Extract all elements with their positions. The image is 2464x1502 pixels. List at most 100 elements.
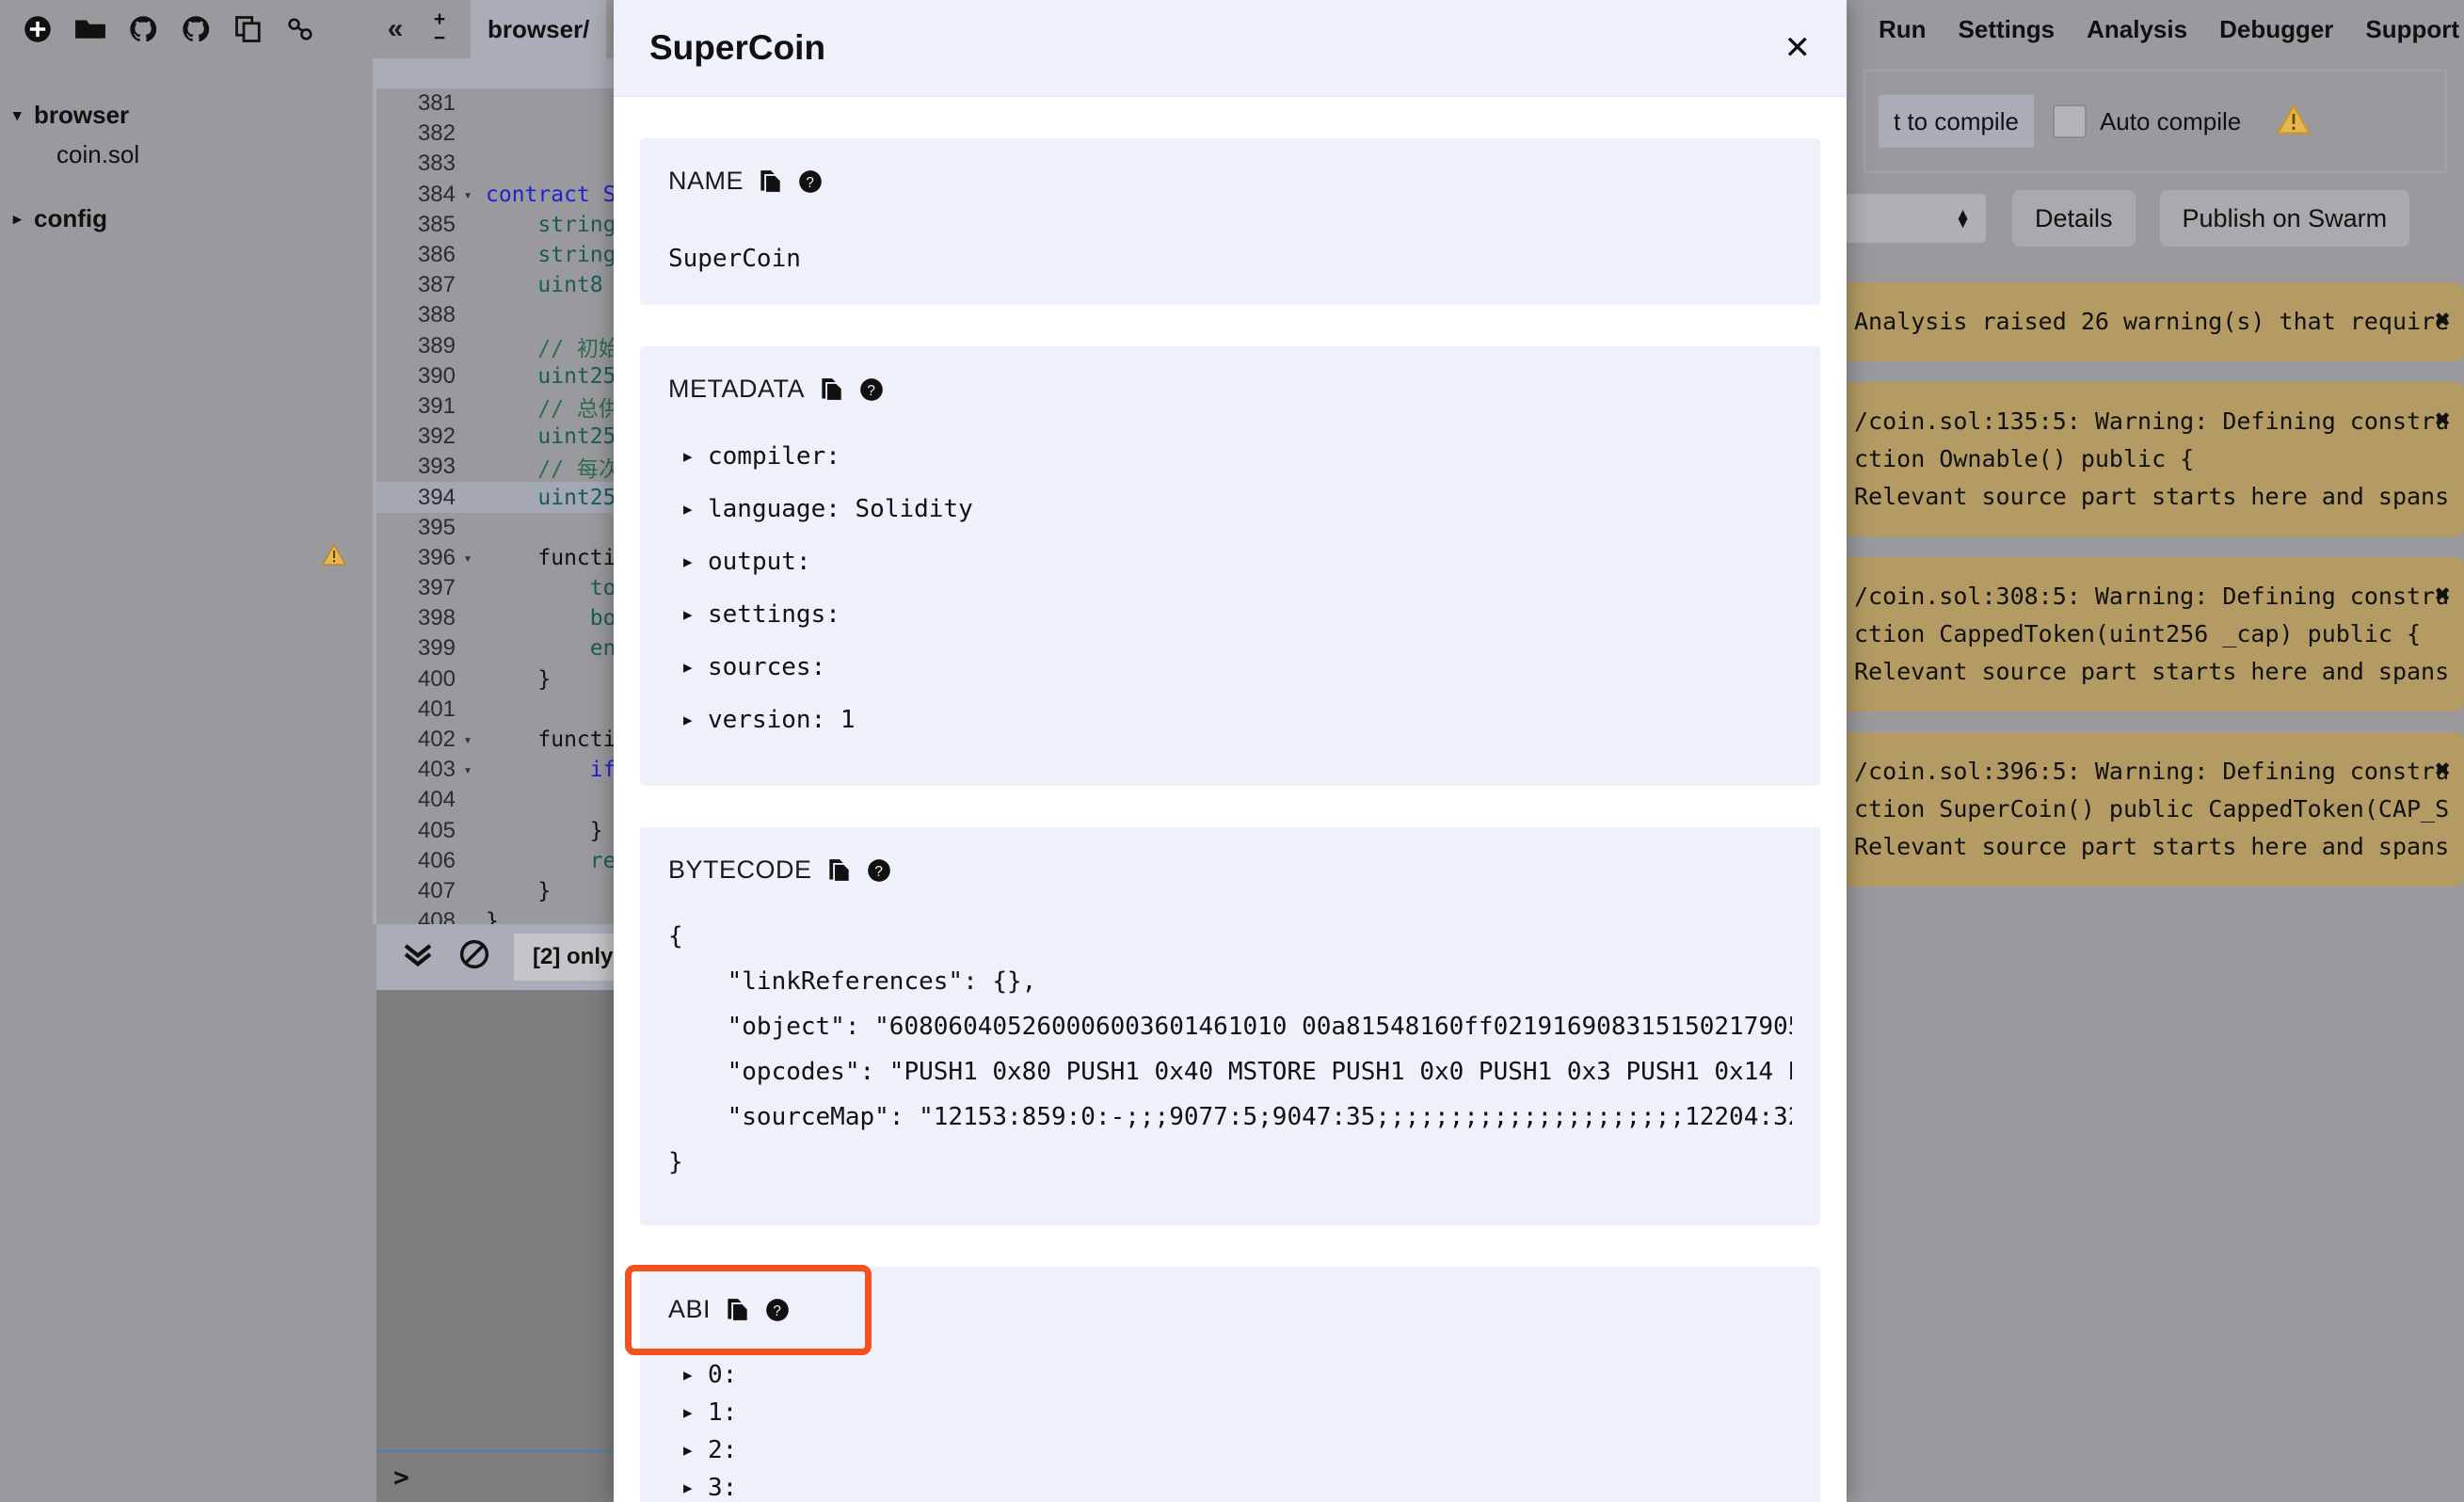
code-text: } bbox=[480, 879, 551, 903]
dismiss-warning-icon[interactable]: ✖ bbox=[2435, 301, 2451, 339]
line-number: 394 bbox=[376, 485, 456, 511]
chevron-right-icon[interactable]: ▸ bbox=[683, 657, 708, 679]
abi-row[interactable]: ▸1: bbox=[668, 1394, 1792, 1431]
abi-section: ABI ? ▸0:▸1:▸2:▸3:▸4:▸5: bbox=[640, 1267, 1820, 1502]
line-number: 401 bbox=[376, 696, 456, 723]
menu-item-run[interactable]: Run bbox=[1879, 15, 1927, 44]
dismiss-warning-icon[interactable]: ✖ bbox=[2435, 401, 2451, 439]
menu-item-settings[interactable]: Settings bbox=[1959, 15, 2056, 44]
copy-icon[interactable] bbox=[820, 377, 844, 402]
warning-line: Relevant source part starts here and spa… bbox=[1854, 828, 2440, 866]
chevron-right-icon[interactable]: ▸ bbox=[13, 211, 34, 227]
line-number: 396 bbox=[376, 545, 456, 571]
warning-line: Analysis raised 26 warning(s) that requi… bbox=[1854, 303, 2440, 341]
github-publish-icon[interactable] bbox=[117, 3, 169, 56]
bytecode-line: "opcodes": "PUSH1 0x80 PUSH1 0x40 MSTORE… bbox=[668, 1058, 1792, 1095]
metadata-tree: ▸compiler:▸language: Solidity▸output:▸se… bbox=[668, 438, 1792, 739]
warning-triangle-icon[interactable] bbox=[2277, 104, 2311, 139]
abi-row[interactable]: ▸0: bbox=[668, 1356, 1792, 1394]
auto-compile-checkbox[interactable] bbox=[2053, 104, 2087, 138]
fold-toggle-icon[interactable]: ▾ bbox=[456, 550, 480, 567]
copy-icon[interactable] bbox=[827, 858, 852, 883]
dismiss-warning-icon[interactable]: ✖ bbox=[2435, 751, 2451, 789]
abi-row-label: 2: bbox=[708, 1436, 737, 1464]
name-section-value: SuperCoin bbox=[668, 245, 1792, 273]
app-root: ▾ browser coin.sol ▸ config « + − browse… bbox=[0, 0, 2464, 1502]
chevron-right-icon[interactable]: ▸ bbox=[683, 1365, 708, 1386]
file-tree-item-config[interactable]: ▸ config bbox=[13, 200, 373, 237]
chevron-down-icon[interactable]: ▾ bbox=[13, 107, 34, 123]
copy-files-icon[interactable] bbox=[222, 3, 275, 56]
compiler-warning-item[interactable]: /coin.sol:308:5: Warning: Defining const… bbox=[1839, 557, 2464, 711]
chevron-right-icon[interactable]: ▸ bbox=[683, 710, 708, 731]
dismiss-warning-icon[interactable]: ✖ bbox=[2435, 576, 2451, 614]
fold-toggle-icon[interactable]: ▾ bbox=[456, 761, 480, 778]
start-to-compile-button[interactable]: t to compile bbox=[1879, 95, 2034, 148]
line-number: 405 bbox=[376, 818, 456, 844]
code-text: bo bbox=[480, 606, 616, 631]
connect-localhost-icon[interactable] bbox=[275, 3, 328, 56]
chevron-double-down-icon[interactable] bbox=[390, 942, 446, 973]
question-circle-icon[interactable]: ? bbox=[867, 858, 891, 883]
chevron-right-icon[interactable]: ▸ bbox=[683, 1478, 708, 1499]
menu-item-support[interactable]: Support bbox=[2365, 15, 2459, 44]
font-increase-icon[interactable]: + bbox=[418, 10, 461, 29]
metadata-row-label: sources: bbox=[708, 653, 825, 681]
chevron-right-icon[interactable]: ▸ bbox=[683, 446, 708, 468]
abi-row[interactable]: ▸3: bbox=[668, 1469, 1792, 1502]
chevron-right-icon[interactable]: ▸ bbox=[683, 604, 708, 626]
metadata-row[interactable]: ▸output: bbox=[668, 543, 1792, 581]
details-button-label: Details bbox=[2035, 204, 2113, 233]
code-text: functi bbox=[480, 727, 616, 752]
publish-button-label: Publish on Swarm bbox=[2183, 204, 2388, 233]
code-text: // 每次 bbox=[480, 451, 620, 483]
file-tree-label-browser: browser bbox=[34, 101, 129, 130]
file-tree-item-coin-sol[interactable]: coin.sol bbox=[13, 134, 373, 175]
line-number: 382 bbox=[376, 120, 456, 147]
metadata-row-label: settings: bbox=[708, 600, 840, 629]
menu-item-debugger[interactable]: Debugger bbox=[2219, 15, 2333, 44]
fold-toggle-icon[interactable]: ▾ bbox=[456, 186, 480, 203]
close-icon[interactable]: ✕ bbox=[1784, 32, 1812, 64]
add-file-icon[interactable] bbox=[11, 3, 64, 56]
metadata-row[interactable]: ▸version: 1 bbox=[668, 701, 1792, 739]
compiler-warning-item[interactable]: /coin.sol:135:5: Warning: Defining const… bbox=[1839, 382, 2464, 536]
chevron-right-icon[interactable]: ▸ bbox=[683, 551, 708, 573]
warning-line: ction Ownable() public { bbox=[1854, 440, 2440, 478]
fold-toggle-icon[interactable]: ▾ bbox=[456, 731, 480, 748]
chevron-updown-icon[interactable]: ▲▼ bbox=[1955, 210, 1971, 227]
compiler-warning-item[interactable]: Analysis raised 26 warning(s) that requi… bbox=[1839, 282, 2464, 361]
metadata-row[interactable]: ▸sources: bbox=[668, 648, 1792, 686]
line-warning-icon[interactable] bbox=[320, 544, 348, 571]
abi-row[interactable]: ▸2: bbox=[668, 1431, 1792, 1469]
metadata-row[interactable]: ▸language: Solidity bbox=[668, 490, 1792, 528]
collapse-panel-icon[interactable]: « bbox=[373, 13, 418, 45]
code-text: string bbox=[480, 243, 616, 267]
terminal-prompt-caret: > bbox=[393, 1462, 409, 1493]
line-number: 398 bbox=[376, 605, 456, 631]
auto-compile-label: Auto compile bbox=[2100, 107, 2241, 136]
editor-tab-coin-sol[interactable]: browser/ bbox=[471, 0, 606, 58]
top-menu-bar[interactable]: Run Settings Analysis Debugger Support bbox=[1847, 0, 2464, 58]
font-size-controls[interactable]: + − bbox=[418, 10, 461, 48]
font-decrease-icon[interactable]: − bbox=[418, 29, 461, 48]
details-button[interactable]: Details bbox=[2012, 190, 2136, 247]
metadata-row[interactable]: ▸settings: bbox=[668, 596, 1792, 633]
no-entry-icon[interactable] bbox=[446, 939, 503, 976]
chevron-right-icon[interactable]: ▸ bbox=[683, 1402, 708, 1424]
code-text: to bbox=[480, 576, 616, 600]
menu-item-analysis[interactable]: Analysis bbox=[2087, 15, 2187, 44]
abi-row-label: 3: bbox=[708, 1474, 737, 1502]
metadata-row[interactable]: ▸compiler: bbox=[668, 438, 1792, 475]
copy-icon[interactable] bbox=[759, 169, 783, 194]
chevron-right-icon[interactable]: ▸ bbox=[683, 499, 708, 520]
chevron-right-icon[interactable]: ▸ bbox=[683, 1440, 708, 1462]
publish-on-swarm-button[interactable]: Publish on Swarm bbox=[2160, 190, 2410, 247]
svg-text:?: ? bbox=[867, 382, 875, 398]
file-tree-item-browser[interactable]: ▾ browser bbox=[13, 96, 373, 134]
compiler-warning-item[interactable]: /coin.sol:396:5: Warning: Defining const… bbox=[1839, 732, 2464, 887]
question-circle-icon[interactable]: ? bbox=[859, 377, 884, 402]
question-circle-icon[interactable]: ? bbox=[798, 169, 823, 194]
github-gist-icon[interactable] bbox=[169, 3, 222, 56]
open-folder-icon[interactable] bbox=[64, 3, 117, 56]
